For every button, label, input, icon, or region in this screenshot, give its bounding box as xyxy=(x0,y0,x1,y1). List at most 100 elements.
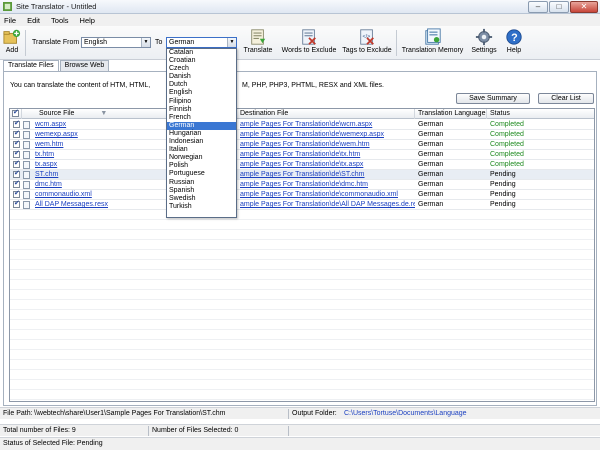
table-row[interactable]: commonaudio.xml ample Pages For Translati… xyxy=(10,189,594,200)
translation-language-cell: German xyxy=(418,181,444,188)
row-checkbox[interactable] xyxy=(13,119,20,128)
translation-memory-button[interactable]: Translation Memory xyxy=(400,28,465,54)
files-selected-count: Number of Files Selected: 0 xyxy=(152,427,239,434)
translate-label: Translate xyxy=(243,47,273,54)
column-status[interactable]: Status xyxy=(487,109,594,119)
language-option[interactable]: Czech xyxy=(167,65,236,73)
language-option[interactable]: Norwegian xyxy=(167,154,236,162)
status-cell: Pending xyxy=(490,181,516,188)
help-label: Help xyxy=(506,47,522,54)
minimize-button[interactable]: – xyxy=(528,1,548,13)
language-option[interactable]: Russian xyxy=(167,179,236,187)
language-option[interactable]: Italian xyxy=(167,146,236,154)
maximize-button[interactable]: □ xyxy=(549,1,569,13)
table-row[interactable]: wcm.aspx ample Pages For Translation\de\w… xyxy=(10,119,594,130)
table-row[interactable]: dmc.htm ample Pages For Translation\de\dm… xyxy=(10,179,594,190)
language-option[interactable]: Polish xyxy=(167,162,236,170)
source-file-link[interactable]: dmc.htm xyxy=(32,180,177,189)
row-checkbox[interactable] xyxy=(13,179,20,188)
table-row[interactable]: wem.htm ample Pages For Translation\de\we… xyxy=(10,139,594,150)
destination-file-link[interactable]: ample Pages For Translation\de\commonaud… xyxy=(237,190,415,199)
toolbar: Add Translate From English ▼ To German ▼… xyxy=(0,26,600,60)
column-translation-language[interactable]: Translation Language xyxy=(415,109,487,119)
language-option[interactable]: Indonesian xyxy=(167,138,236,146)
words-to-exclude-button[interactable]: Words to Exclude xyxy=(280,28,338,54)
source-file-link[interactable]: tx.htm xyxy=(32,150,177,159)
svg-text:?: ? xyxy=(511,32,518,44)
empty-row xyxy=(10,280,594,290)
source-file-link[interactable]: wem.htm xyxy=(32,140,177,149)
tags-to-exclude-button[interactable]: </> Tags to Exclude xyxy=(341,28,393,54)
language-option[interactable]: Dutch xyxy=(167,81,236,89)
source-file-link[interactable]: wemexp.aspx xyxy=(32,130,177,139)
destination-file-link[interactable]: ample Pages For Translation\de\wem.htm xyxy=(237,140,415,149)
table-row[interactable]: wemexp.aspx ample Pages For Translation\d… xyxy=(10,129,594,140)
language-option[interactable]: English xyxy=(167,89,236,97)
row-checkbox[interactable] xyxy=(13,139,20,148)
settings-label: Settings xyxy=(471,47,497,54)
save-summary-button[interactable]: Save Summary xyxy=(456,93,530,104)
destination-file-link[interactable]: ample Pages For Translation\de\wcm.aspx xyxy=(237,120,415,129)
language-option[interactable]: Turkish xyxy=(167,203,236,211)
source-file-link[interactable]: ST.chm xyxy=(32,170,177,179)
destination-file-link[interactable]: ample Pages For Translation\de\All DAP M… xyxy=(237,200,415,209)
output-folder-value[interactable]: C:\Users\Tortuse\Documents\Language xyxy=(344,408,467,419)
destination-file-link[interactable]: ample Pages For Translation\de\tx.aspx xyxy=(237,160,415,169)
destination-file-link[interactable]: ample Pages For Translation\de\wemexp.as… xyxy=(237,130,415,139)
language-option[interactable]: Croatian xyxy=(167,57,236,65)
language-option[interactable]: Hungarian xyxy=(167,130,236,138)
status-cell: Completed xyxy=(490,141,524,148)
language-option[interactable]: Catalan xyxy=(167,49,236,57)
help-button[interactable]: ? Help xyxy=(503,28,525,54)
add-button[interactable]: Add xyxy=(2,28,22,54)
source-file-link[interactable]: tx.aspx xyxy=(32,160,177,169)
table-row[interactable]: ST.chm ample Pages For Translation\de\ST.… xyxy=(10,169,594,180)
language-option[interactable]: French xyxy=(167,114,236,122)
row-checkbox[interactable] xyxy=(13,199,20,208)
language-option[interactable]: Filipino xyxy=(167,98,236,106)
menu-tools[interactable]: Tools xyxy=(51,16,69,25)
column-status-label: Status xyxy=(490,110,510,117)
settings-button[interactable]: Settings xyxy=(470,28,498,54)
row-checkbox[interactable] xyxy=(13,149,20,158)
table-row[interactable]: tx.aspx ample Pages For Translation\de\tx… xyxy=(10,159,594,170)
row-checkbox[interactable] xyxy=(13,189,20,198)
to-language-select[interactable]: German ▼ xyxy=(166,37,237,48)
table-row[interactable]: tx.htm ample Pages For Translation\de\tx.… xyxy=(10,149,594,160)
empty-row xyxy=(10,390,594,400)
source-file-link[interactable]: wcm.aspx xyxy=(32,120,177,129)
language-option[interactable]: Finnish xyxy=(167,106,236,114)
destination-file-link[interactable]: ample Pages For Translation\de\dmc.htm xyxy=(237,180,415,189)
column-destination-file[interactable]: Destination File xyxy=(237,109,415,119)
tab-browse-web[interactable]: Browse Web xyxy=(59,60,110,71)
menu-edit[interactable]: Edit xyxy=(27,16,40,25)
select-all-checkbox[interactable] xyxy=(10,109,22,119)
row-checkbox[interactable] xyxy=(13,129,20,138)
tag-exclude-icon: </> xyxy=(360,29,374,45)
language-option[interactable]: Swedish xyxy=(167,195,236,203)
translate-button[interactable]: Translate xyxy=(243,28,273,54)
empty-row xyxy=(10,250,594,260)
close-button[interactable]: ✕ xyxy=(570,1,598,13)
tags-to-exclude-label: Tags to Exclude xyxy=(342,47,392,54)
gear-icon xyxy=(475,28,493,46)
row-checkbox[interactable] xyxy=(13,159,20,168)
language-option[interactable]: Portuguese xyxy=(167,170,236,178)
language-option[interactable]: German xyxy=(167,121,236,130)
menu-help[interactable]: Help xyxy=(80,16,95,25)
table-row[interactable]: All DAP Messages.resx ample Pages For Tra… xyxy=(10,199,594,210)
menu-file[interactable]: File xyxy=(4,16,16,25)
source-file-link[interactable]: commonaudio.xml xyxy=(32,190,177,199)
language-option[interactable]: Danish xyxy=(167,73,236,81)
from-language-select[interactable]: English ▼ xyxy=(81,37,151,48)
clear-list-button[interactable]: Clear List xyxy=(538,93,594,104)
app-icon xyxy=(3,2,12,11)
source-file-link[interactable]: All DAP Messages.resx xyxy=(32,200,177,209)
language-option[interactable]: Spanish xyxy=(167,187,236,195)
row-checkbox[interactable] xyxy=(13,169,20,178)
empty-row xyxy=(10,350,594,360)
destination-file-link[interactable]: ample Pages For Translation\de\tx.htm xyxy=(237,150,415,159)
destination-file-link[interactable]: ample Pages For Translation\de\ST.chm xyxy=(237,170,415,179)
output-folder-label: Output Folder: xyxy=(292,410,337,417)
translation-memory-label: Translation Memory xyxy=(401,47,464,54)
